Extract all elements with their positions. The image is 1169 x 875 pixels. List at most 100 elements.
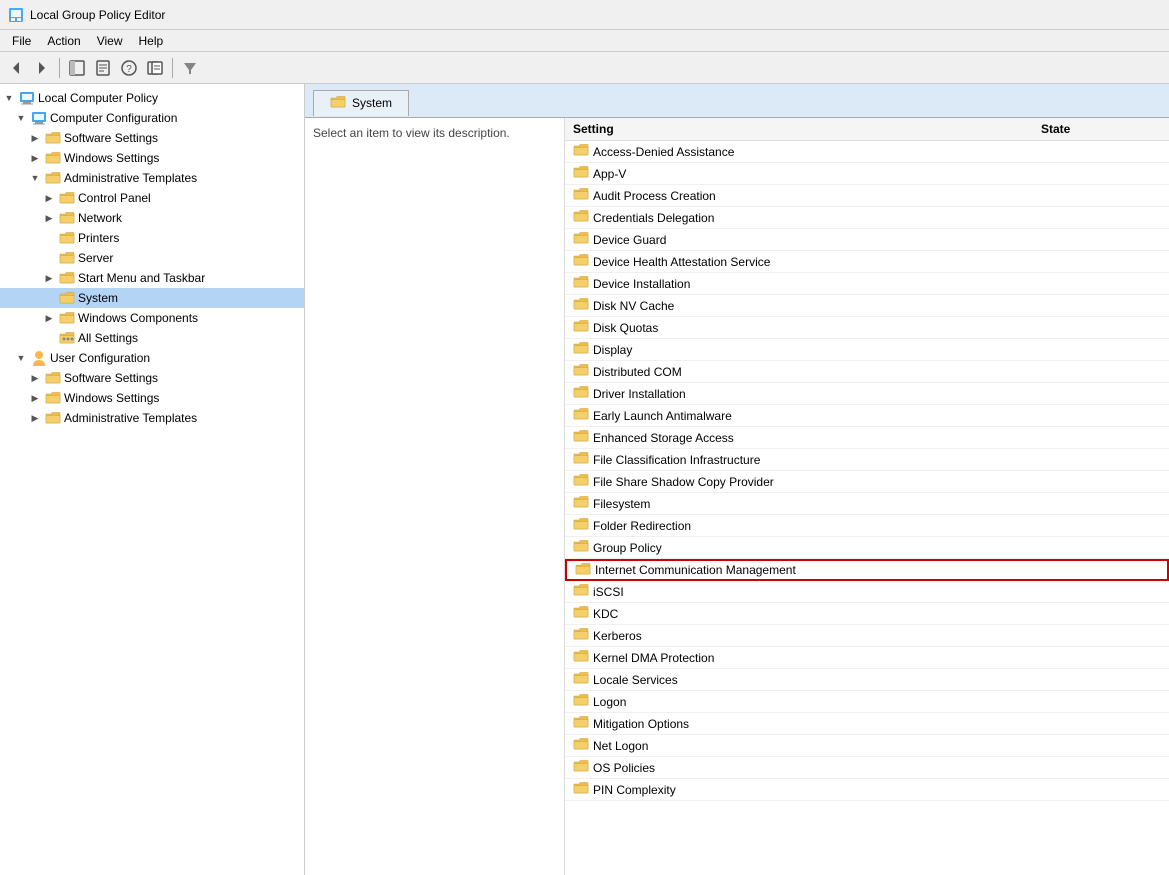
- setting-label: Display: [593, 343, 632, 357]
- expander-user-configuration[interactable]: ▼: [14, 351, 28, 365]
- tree-item-start-menu[interactable]: ▶ Start Menu and Taskbar: [0, 268, 304, 288]
- tree-item-software-settings-cc[interactable]: ▶ Software Settings: [0, 128, 304, 148]
- setting-row[interactable]: Display: [565, 339, 1169, 361]
- setting-row[interactable]: iSCSI: [565, 581, 1169, 603]
- expander-start-menu[interactable]: ▶: [42, 271, 56, 285]
- setting-row[interactable]: Filesystem: [565, 493, 1169, 515]
- folder-icon-printers: [59, 230, 75, 246]
- folder-icon-software-settings-cc: [45, 130, 61, 146]
- tree-item-all-settings[interactable]: ▶ All Settings: [0, 328, 304, 348]
- expander-admin-templates-cc[interactable]: ▼: [28, 171, 42, 185]
- setting-folder-icon: [573, 429, 589, 446]
- expander-local-computer-policy[interactable]: ▼: [2, 91, 16, 105]
- tree-item-network[interactable]: ▶ Network: [0, 208, 304, 228]
- setting-row[interactable]: Net Logon: [565, 735, 1169, 757]
- setting-row[interactable]: Kerberos: [565, 625, 1169, 647]
- tree-item-local-computer-policy[interactable]: ▼ Local Computer Policy: [0, 88, 304, 108]
- setting-row[interactable]: Enhanced Storage Access: [565, 427, 1169, 449]
- setting-folder-icon: [573, 231, 589, 248]
- menu-action[interactable]: Action: [39, 32, 88, 50]
- expander-admin-templates-uc[interactable]: ▶: [28, 411, 42, 425]
- setting-name-cell: File Classification Infrastructure: [573, 451, 1041, 468]
- tree-item-server[interactable]: ▶ Server: [0, 248, 304, 268]
- tree-item-software-settings-uc[interactable]: ▶ Software Settings: [0, 368, 304, 388]
- setting-folder-icon: [573, 165, 589, 182]
- setting-row[interactable]: Early Launch Antimalware: [565, 405, 1169, 427]
- tree-item-user-configuration[interactable]: ▼ User Configuration: [0, 348, 304, 368]
- setting-row[interactable]: Credentials Delegation: [565, 207, 1169, 229]
- setting-label: Device Installation: [593, 277, 690, 291]
- setting-row[interactable]: Access-Denied Assistance: [565, 141, 1169, 163]
- forward-button[interactable]: [30, 56, 54, 80]
- system-tab[interactable]: System: [313, 90, 409, 116]
- setting-folder-icon: [573, 143, 589, 160]
- expander-control-panel[interactable]: ▶: [42, 191, 56, 205]
- toolbar-separator-2: [172, 58, 173, 78]
- folder-icon-admin-templates-cc: [45, 170, 61, 186]
- tree-item-admin-templates-cc[interactable]: ▼ Administrative Templates: [0, 168, 304, 188]
- user-configuration-label: User Configuration: [50, 351, 150, 365]
- setting-row[interactable]: Device Health Attestation Service: [565, 251, 1169, 273]
- tree-item-control-panel[interactable]: ▶ Control Panel: [0, 188, 304, 208]
- setting-row[interactable]: Logon: [565, 691, 1169, 713]
- expander-software-settings-cc[interactable]: ▶: [28, 131, 42, 145]
- setting-row[interactable]: Distributed COM: [565, 361, 1169, 383]
- setting-row[interactable]: File Share Shadow Copy Provider: [565, 471, 1169, 493]
- setting-row[interactable]: Device Installation: [565, 273, 1169, 295]
- tab-header: System: [305, 84, 1169, 118]
- tree-item-windows-settings-cc[interactable]: ▶ Windows Settings: [0, 148, 304, 168]
- back-button[interactable]: [4, 56, 28, 80]
- setting-row[interactable]: Disk NV Cache: [565, 295, 1169, 317]
- description-area: Select an item to view its description.: [305, 118, 565, 875]
- tree-item-printers[interactable]: ▶ Printers: [0, 228, 304, 248]
- setting-row[interactable]: Disk Quotas: [565, 317, 1169, 339]
- setting-label: Net Logon: [593, 739, 648, 753]
- folder-icon-start-menu: [59, 270, 75, 286]
- setting-label: Group Policy: [593, 541, 662, 555]
- setting-row[interactable]: Audit Process Creation: [565, 185, 1169, 207]
- tree-item-windows-settings-uc[interactable]: ▶ Windows Settings: [0, 388, 304, 408]
- setting-row[interactable]: Mitigation Options: [565, 713, 1169, 735]
- setting-label: Device Guard: [593, 233, 666, 247]
- setting-row[interactable]: Locale Services: [565, 669, 1169, 691]
- show-hide-button[interactable]: [65, 56, 89, 80]
- tree-item-system[interactable]: ▶ System: [0, 288, 304, 308]
- action-button[interactable]: [143, 56, 167, 80]
- folder-icon-system: [59, 290, 75, 306]
- setting-row[interactable]: Folder Redirection: [565, 515, 1169, 537]
- svg-text:?: ?: [126, 64, 132, 75]
- column-header-state: State: [1041, 122, 1161, 136]
- menu-bar: File Action View Help: [0, 30, 1169, 52]
- expander-windows-settings-uc[interactable]: ▶: [28, 391, 42, 405]
- tree-item-admin-templates-uc[interactable]: ▶ Administrative Templates: [0, 408, 304, 428]
- setting-row[interactable]: Device Guard: [565, 229, 1169, 251]
- setting-row[interactable]: PIN Complexity: [565, 779, 1169, 801]
- setting-row[interactable]: KDC: [565, 603, 1169, 625]
- computer-icon: [19, 90, 35, 106]
- tree-item-windows-components[interactable]: ▶ Windows Components: [0, 308, 304, 328]
- setting-name-cell: Net Logon: [573, 737, 1041, 754]
- setting-folder-icon: [573, 715, 589, 732]
- setting-row[interactable]: File Classification Infrastructure: [565, 449, 1169, 471]
- expander-network[interactable]: ▶: [42, 211, 56, 225]
- menu-help[interactable]: Help: [131, 32, 172, 50]
- setting-row[interactable]: Group Policy: [565, 537, 1169, 559]
- expander-windows-settings-cc[interactable]: ▶: [28, 151, 42, 165]
- properties-button[interactable]: [91, 56, 115, 80]
- setting-row[interactable]: App-V: [565, 163, 1169, 185]
- folder-icon-server: [59, 250, 75, 266]
- expander-windows-components[interactable]: ▶: [42, 311, 56, 325]
- setting-name-cell: App-V: [573, 165, 1041, 182]
- help-button[interactable]: ?: [117, 56, 141, 80]
- setting-row[interactable]: Driver Installation: [565, 383, 1169, 405]
- setting-row[interactable]: Kernel DMA Protection: [565, 647, 1169, 669]
- expander-software-settings-uc[interactable]: ▶: [28, 371, 42, 385]
- menu-file[interactable]: File: [4, 32, 39, 50]
- setting-row[interactable]: OS Policies: [565, 757, 1169, 779]
- filter-button[interactable]: [178, 56, 202, 80]
- expander-computer-configuration[interactable]: ▼: [14, 111, 28, 125]
- setting-row[interactable]: Internet Communication Management: [565, 559, 1169, 581]
- menu-view[interactable]: View: [89, 32, 131, 50]
- setting-name-cell: Driver Installation: [573, 385, 1041, 402]
- tree-item-computer-configuration[interactable]: ▼ Computer Configuration: [0, 108, 304, 128]
